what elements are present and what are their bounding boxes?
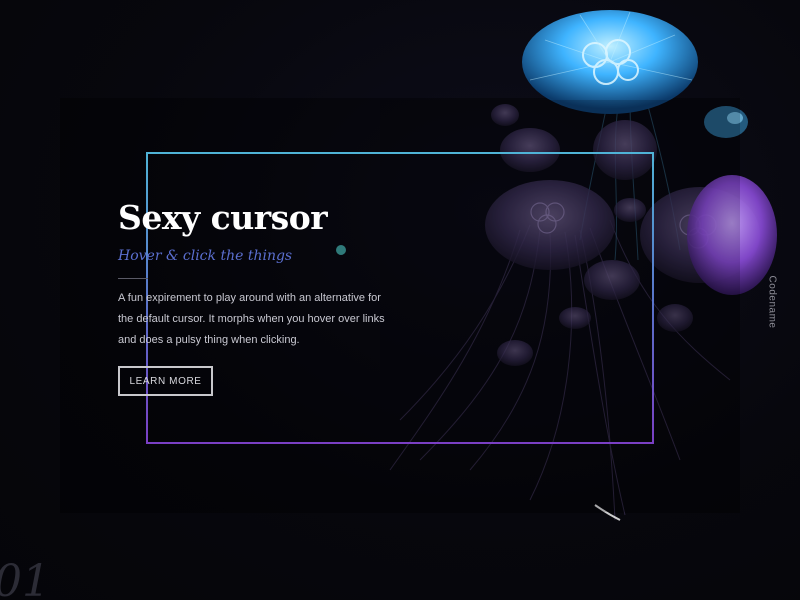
slide-number: 01 (0, 556, 50, 600)
hero-title: Sexy cursor (118, 198, 328, 237)
jellyfish-image (380, 0, 800, 560)
title-divider (118, 278, 148, 279)
side-label-codename: Codename (766, 275, 778, 329)
hero-description: A fun expirement to play around with an … (118, 292, 385, 346)
hero-subtitle: Hover & click the things (118, 248, 293, 264)
slide-stage: Sexy cursor Hover & click the things A f… (0, 0, 800, 600)
cursor-dot-icon (336, 245, 346, 255)
learn-more-button[interactable]: LEARN MORE (118, 366, 213, 396)
